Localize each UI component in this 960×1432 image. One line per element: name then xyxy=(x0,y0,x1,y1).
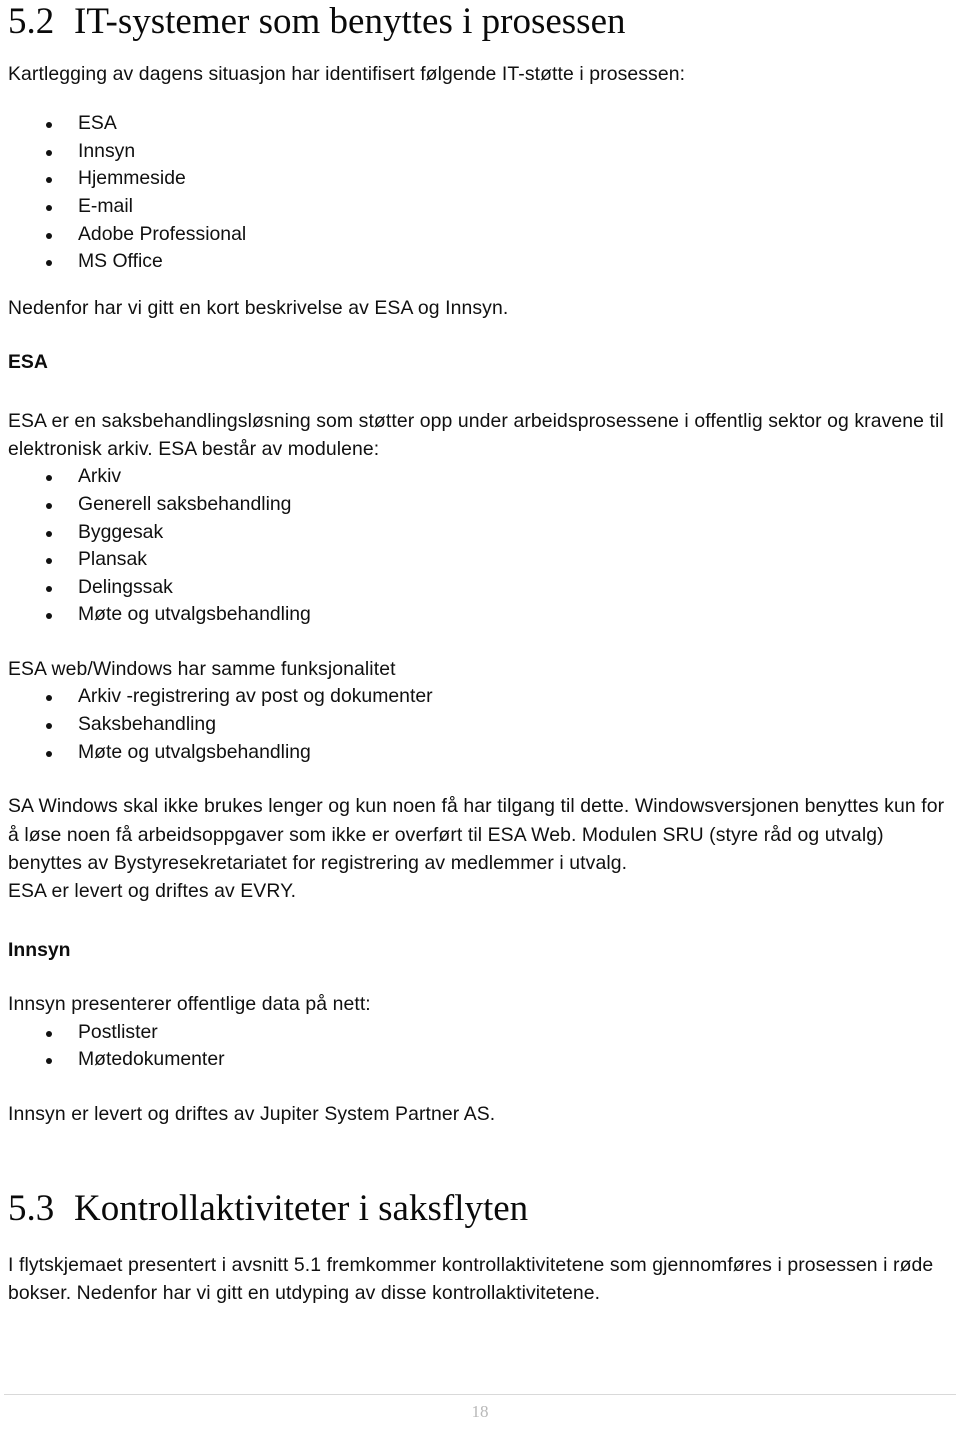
esa-web-windows-list: Arkiv -registrering av post og dokumente… xyxy=(8,683,950,766)
document-page: 5.2 IT-systemer som benyttes i prosessen … xyxy=(0,0,960,1432)
systems-summary-paragraph: Nedenfor har vi gitt en kort beskrivelse… xyxy=(8,296,509,319)
esa-description: ESA er en saksbehandlingsløsning som stø… xyxy=(8,409,944,461)
list-item: ESA xyxy=(8,110,950,138)
section-title: Kontrollaktiviteter i saksflyten xyxy=(74,1188,529,1230)
esa-web-windows-lead: ESA web/Windows har samme funksjonalitet xyxy=(8,658,396,680)
list-item: Møte og utvalgsbehandling xyxy=(8,601,950,629)
list-item: Arkiv xyxy=(8,463,950,491)
list-item: Hjemmeside xyxy=(8,165,950,193)
list-item: Innsyn xyxy=(8,138,950,166)
list-item: Byggesak xyxy=(8,519,950,547)
innsyn-items-list: Postlister Møtedokumenter xyxy=(8,1019,950,1074)
list-item: Saksbehandling xyxy=(8,711,950,739)
list-item: Møte og utvalgsbehandling xyxy=(8,739,950,767)
page-footer: 18 xyxy=(0,1380,960,1432)
section-5-3-body: I flytskjemaet presentert i avsnitt 5.1 … xyxy=(8,1254,934,1305)
list-item: Arkiv -registrering av post og dokumente… xyxy=(8,683,950,711)
innsyn-heading: Innsyn xyxy=(8,938,71,961)
list-item: Delingssak xyxy=(8,574,950,602)
section-heading-5-2: 5.2 IT-systemer som benyttes i prosessen xyxy=(8,0,950,42)
list-item: Postlister xyxy=(8,1019,950,1047)
intro-paragraph: Kartlegging av dagens situasjon har iden… xyxy=(8,62,686,85)
page-number: 18 xyxy=(471,1402,489,1421)
esa-vendor-paragraph: ESA er levert og driftes av EVRY. xyxy=(8,880,297,903)
it-systems-list: ESA Innsyn Hjemmeside E-mail Adobe Profe… xyxy=(8,110,950,276)
list-item: Generell saksbehandling xyxy=(8,491,950,519)
footer-divider xyxy=(4,1394,956,1395)
list-item: MS Office xyxy=(8,248,950,276)
list-item: Møtedokumenter xyxy=(8,1046,950,1074)
esa-notes-paragraph: SA Windows skal ikke brukes lenger og ku… xyxy=(8,795,945,874)
esa-heading: ESA xyxy=(8,351,48,374)
list-item: E-mail xyxy=(8,193,950,221)
section-number: 5.3 xyxy=(8,1188,55,1230)
section-heading-5-3: 5.3 Kontrollaktiviteter i saksflyten xyxy=(8,1188,950,1230)
list-item: Plansak xyxy=(8,546,950,574)
esa-modules-list: Arkiv Generell saksbehandling Byggesak P… xyxy=(8,463,950,629)
innsyn-vendor-paragraph: Innsyn er levert og driftes av Jupiter S… xyxy=(8,1102,496,1125)
list-item: Adobe Professional xyxy=(8,221,950,249)
section-title: IT-systemer som benyttes i prosessen xyxy=(74,1,626,42)
innsyn-description: Innsyn presenterer offentlige data på ne… xyxy=(8,993,371,1016)
section-number: 5.2 xyxy=(8,1,55,42)
